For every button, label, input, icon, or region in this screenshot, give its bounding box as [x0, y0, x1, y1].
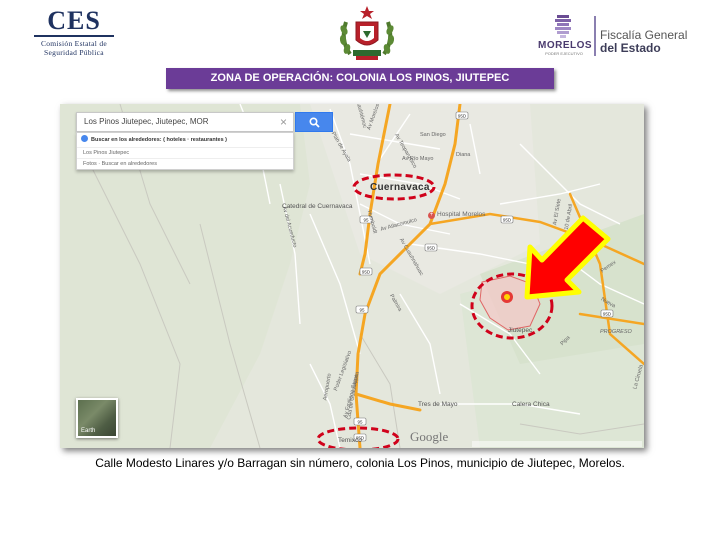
map-view[interactable]: 95D 95D 95 95D 95D 95 95D 95 95D Cuernav…	[60, 104, 644, 448]
map-label-temixco: Temixco	[338, 437, 362, 444]
shield-2: 95D	[503, 218, 512, 223]
map-attribution-bar[interactable]	[472, 441, 642, 447]
shield-6: 95	[359, 308, 365, 313]
fiscalia-title-line1: Fiscalía General	[600, 28, 688, 42]
search-icon	[309, 117, 320, 128]
map-search-value: Los Pinos Jiutepec, Jiutepec, MOR	[84, 117, 209, 126]
hospital-icon: +	[428, 212, 435, 219]
map-label-calera-chica: Calera Chica	[512, 401, 550, 408]
google-logo: Google	[410, 429, 449, 444]
fiscalia-state-tagline: PODER EJECUTIVO	[545, 51, 583, 56]
address-caption: Calle Modesto Linares y/o Barragan sin n…	[95, 456, 625, 470]
fiscalia-divider	[594, 16, 596, 56]
suggestion-item-photos[interactable]: Fotos · Buscar en alrededores	[77, 158, 293, 169]
location-pin-icon	[81, 135, 88, 143]
map-search-input[interactable]: Los Pinos Jiutepec, Jiutepec, MOR ×	[76, 112, 294, 132]
shield-4: 95D	[427, 246, 436, 251]
suggestion-item-nearby[interactable]: Buscar en los alrededores: ( hoteles · r…	[77, 133, 293, 147]
morelos-emblem-icon	[552, 14, 574, 38]
map-label-hospital-text: Hospital Morelos	[437, 211, 486, 218]
ces-line2: Seguridad Pública	[44, 48, 104, 57]
fiscalia-state-name: MORELOS	[538, 40, 593, 51]
map-search-button[interactable]	[295, 112, 333, 132]
map-label-jiutepec: Jiutepec	[508, 327, 533, 334]
map-label-tres-de-mayo: Tres de Mayo	[418, 401, 458, 408]
earth-view-label: Earth	[81, 428, 96, 434]
map-label-cuernavaca: Cuernavaca	[370, 182, 430, 193]
ces-line1: Comisión Estatal de	[40, 39, 108, 48]
suggestion-item-place[interactable]: Los Pinos Jiutepec	[77, 147, 293, 158]
shield-7: 95D	[603, 312, 612, 317]
map-label-hospital: + Hospital Morelos	[428, 211, 485, 219]
close-icon[interactable]: ×	[280, 115, 287, 129]
shield-5: 95D	[362, 270, 371, 275]
shield-1: 95D	[458, 114, 467, 119]
ces-logo: CES Comisión Estatal de Seguridad Públic…	[28, 8, 120, 58]
map-label-diana: Diana	[456, 152, 471, 158]
slide-title-banner: ZONA DE OPERACIÓN: COLONIA LOS PINOS, JI…	[166, 68, 554, 89]
state-seal-icon	[336, 4, 398, 64]
suggestion-label: Buscar en los alrededores: ( hoteles · r…	[91, 137, 228, 143]
ces-acronym: CES	[47, 6, 101, 35]
shield-8: 95	[357, 420, 363, 425]
earth-view-button[interactable]: Earth	[76, 398, 118, 438]
ces-divider	[34, 35, 114, 37]
fiscalia-title-line2: del Estado	[600, 41, 661, 55]
map-label-san-diego: San Diego	[420, 132, 446, 138]
fiscalia-logo: MORELOS PODER EJECUTIVO Fiscalía General…	[538, 14, 698, 58]
map-label-progreso: PROGRESO	[600, 329, 632, 335]
map-label-catedral: Catedral de Cuernavaca	[282, 203, 353, 210]
search-suggestions: Buscar en los alrededores: ( hoteles · r…	[76, 132, 294, 170]
